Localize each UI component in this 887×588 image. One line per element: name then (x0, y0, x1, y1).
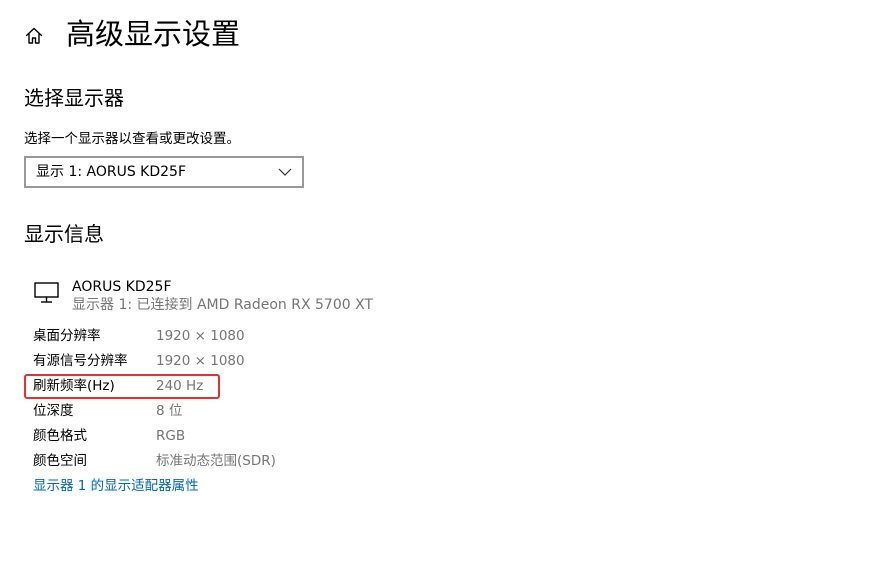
info-row-active-signal-resolution: 有源信号分辨率 1920 × 1080 (33, 350, 333, 372)
home-icon (25, 27, 43, 44)
info-row-bit-depth: 位深度 8 位 (33, 400, 333, 422)
info-label: 桌面分辨率 (33, 328, 101, 344)
info-row-desktop-resolution: 桌面分辨率 1920 × 1080 (33, 325, 333, 347)
info-row-color-format: 颜色格式 RGB (33, 425, 333, 447)
monitor-connection: 显示器 1: 已连接到 AMD Radeon RX 5700 XT (72, 297, 373, 313)
display-select-dropdown[interactable]: 显示 1: AORUS KD25F (24, 156, 304, 188)
info-label: 颜色格式 (33, 428, 87, 444)
display-info-heading: 显示信息 (24, 222, 104, 246)
page-title: 高级显示设置 (66, 17, 241, 51)
info-label: 位深度 (33, 403, 74, 419)
monitor-icon (34, 282, 59, 303)
info-value: 标准动态范围(SDR) (156, 453, 276, 469)
info-value: 8 位 (156, 403, 183, 419)
info-value: RGB (156, 428, 186, 444)
chevron-down-icon (277, 164, 293, 180)
select-display-heading: 选择显示器 (24, 86, 124, 110)
refresh-rate-highlight-box (24, 374, 220, 399)
info-value: 1920 × 1080 (156, 328, 245, 344)
select-display-hint: 选择一个显示器以查看或更改设置。 (24, 131, 240, 147)
display-select-value: 显示 1: AORUS KD25F (36, 164, 187, 180)
display-adapter-properties-link[interactable]: 显示器 1 的显示适配器属性 (33, 475, 199, 497)
home-button[interactable] (20, 22, 48, 50)
monitor-name: AORUS KD25F (72, 279, 172, 295)
info-label: 颜色空间 (33, 453, 87, 469)
info-row-color-space: 颜色空间 标准动态范围(SDR) (33, 450, 333, 472)
advanced-display-settings-page: 高级显示设置 选择显示器 选择一个显示器以查看或更改设置。 显示 1: AORU… (0, 0, 887, 588)
info-label: 有源信号分辨率 (33, 353, 128, 369)
info-value: 1920 × 1080 (156, 353, 245, 369)
